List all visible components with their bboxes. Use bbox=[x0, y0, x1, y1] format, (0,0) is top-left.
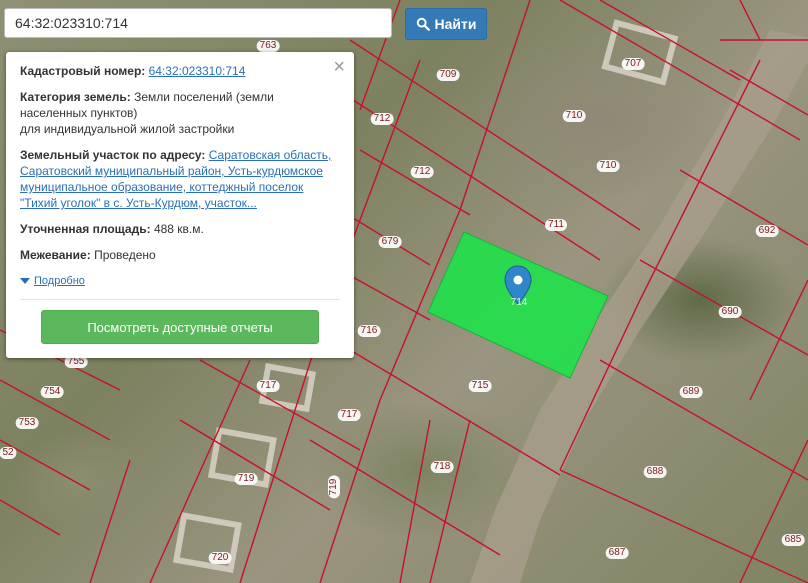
land-use-value: для индивидуальной жилой застройки bbox=[20, 122, 235, 136]
cadastral-number-link[interactable]: 64:32:023310:714 bbox=[149, 64, 246, 78]
parcel-label: 710 bbox=[562, 110, 586, 122]
search-input[interactable] bbox=[4, 8, 392, 38]
area-row: Уточненная площадь: 488 кв.м. bbox=[20, 221, 340, 237]
close-icon[interactable]: × bbox=[333, 57, 345, 77]
search-button[interactable]: Найти bbox=[405, 8, 487, 40]
search-button-label: Найти bbox=[434, 16, 477, 32]
parcel-label: 685 bbox=[781, 534, 805, 546]
popup-divider bbox=[20, 299, 340, 300]
view-reports-button[interactable]: Посмотреть доступные отчеты bbox=[41, 310, 319, 344]
address-row: Земельный участок по адресу: Саратовская… bbox=[20, 147, 340, 211]
survey-row: Межевание: Проведено bbox=[20, 247, 340, 263]
parcel-label: 719 bbox=[234, 473, 258, 485]
parcel-label: 717 bbox=[337, 409, 361, 421]
parcel-label: 52 bbox=[0, 447, 17, 459]
parcel-label: 679 bbox=[378, 236, 402, 248]
parcel-label: 717 bbox=[256, 380, 280, 392]
parcel-label: 763 bbox=[256, 40, 280, 52]
parcel-label: 719 bbox=[328, 475, 340, 499]
selected-parcel-label: 714 bbox=[510, 297, 528, 308]
parcel-label: 753 bbox=[15, 417, 39, 429]
parcel-label: 709 bbox=[436, 69, 460, 81]
parcel-label: 707 bbox=[621, 58, 645, 70]
search-icon bbox=[416, 17, 430, 31]
parcel-label: 720 bbox=[208, 552, 232, 564]
parcel-label: 711 bbox=[545, 219, 567, 231]
parcel-label: 687 bbox=[605, 547, 629, 559]
land-category-label: Категория земель: bbox=[20, 90, 131, 104]
parcel-label: 690 bbox=[718, 306, 742, 318]
cadastral-number-label: Кадастровый номер: bbox=[20, 64, 146, 78]
survey-label: Межевание: bbox=[20, 248, 91, 262]
parcel-label: 715 bbox=[468, 380, 492, 392]
details-label: Подробно bbox=[34, 275, 85, 287]
area-value: 488 кв.м. bbox=[153, 222, 204, 236]
triangle-down-icon bbox=[20, 278, 30, 284]
parcel-label: 712 bbox=[370, 113, 394, 125]
parcel-label: 689 bbox=[679, 386, 703, 398]
parcel-info-popup: × Кадастровый номер: 64:32:023310:714 Ка… bbox=[6, 52, 354, 358]
parcel-label: 718 bbox=[430, 461, 454, 473]
survey-value: Проведено bbox=[94, 248, 156, 262]
address-label: Земельный участок по адресу: bbox=[20, 148, 206, 162]
cadastral-number-row: Кадастровый номер: 64:32:023310:714 bbox=[20, 63, 340, 79]
parcel-label: 754 bbox=[40, 386, 64, 398]
area-label: Уточненная площадь: bbox=[20, 222, 151, 236]
parcel-label: 710 bbox=[596, 160, 620, 172]
parcel-label: 688 bbox=[643, 466, 667, 478]
details-toggle[interactable]: Подробно bbox=[20, 275, 85, 287]
parcel-label: 716 bbox=[357, 325, 381, 337]
parcel-label: 712 bbox=[410, 166, 434, 178]
parcel-label: 692 bbox=[755, 225, 779, 237]
land-category-row: Категория земель: Земли поселений (земли… bbox=[20, 89, 340, 137]
